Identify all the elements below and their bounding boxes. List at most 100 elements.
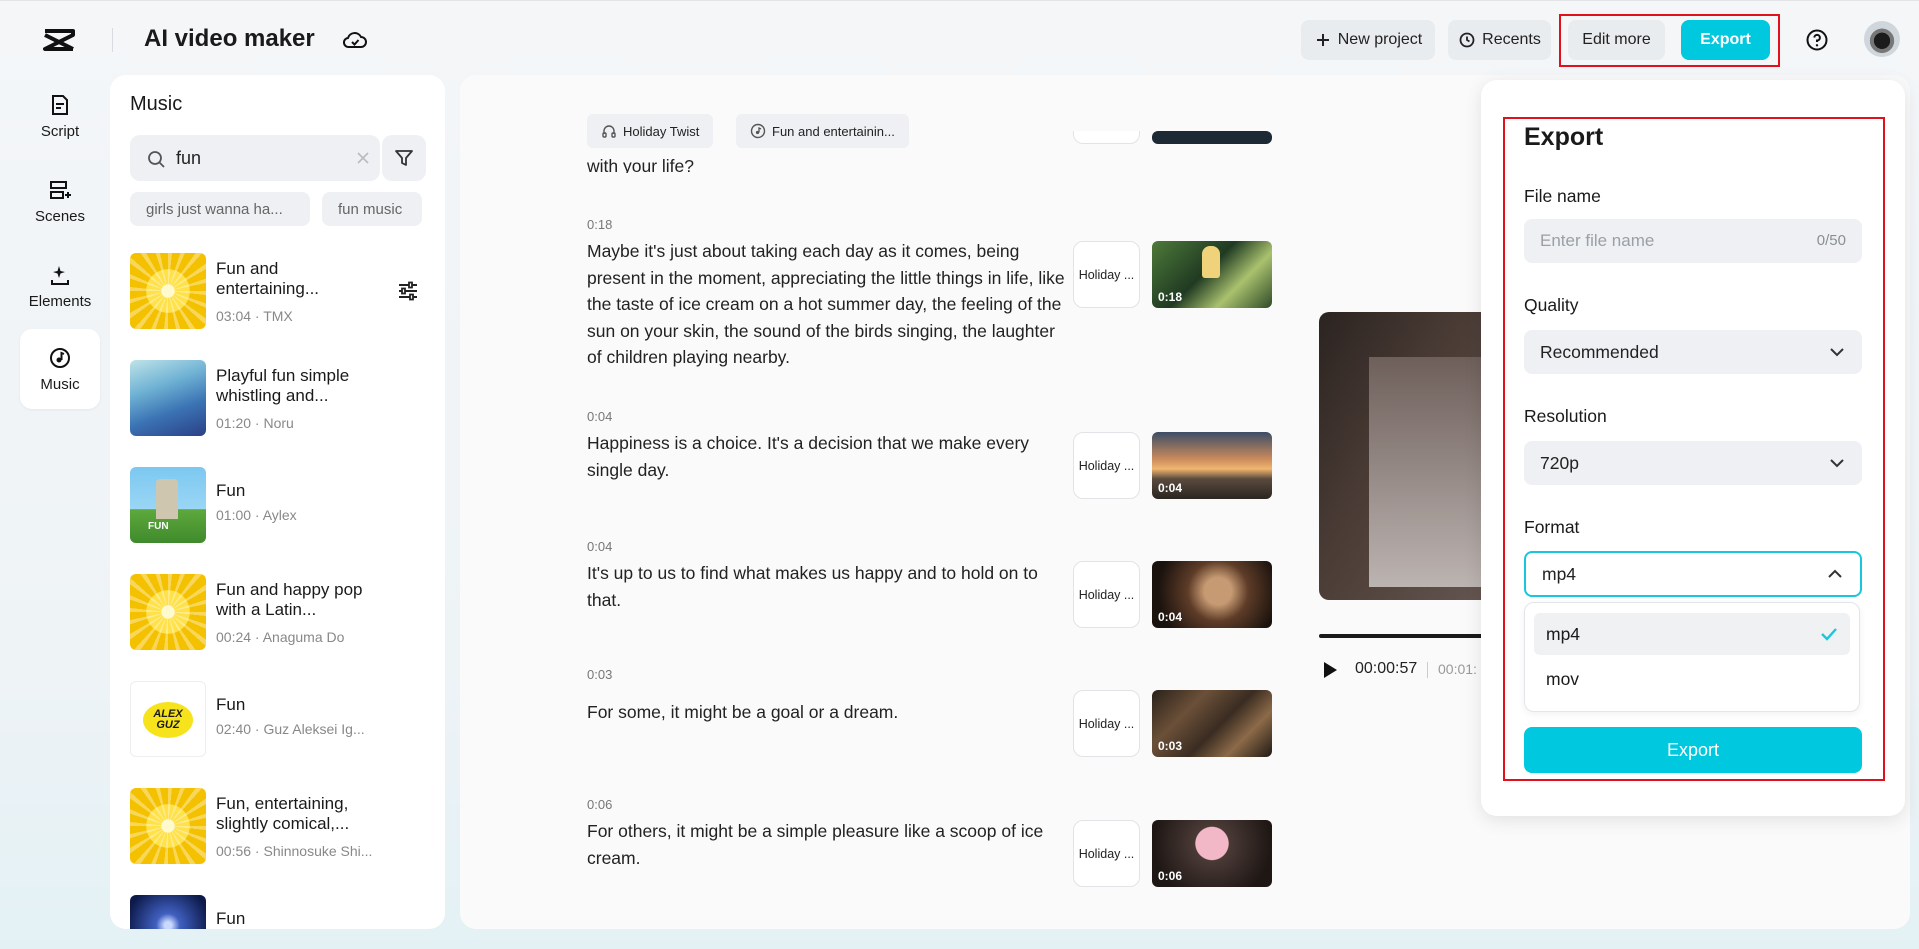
music-track[interactable]: ALEX GUZ Fun 02:40 · Guz Aleksei Ig... <box>130 681 430 757</box>
format-dropdown: mp4 mov <box>1524 602 1860 712</box>
alex-guz-logo: ALEX GUZ <box>143 702 193 738</box>
rail-label: Script <box>41 123 79 140</box>
music-track[interactable]: FUN Fun 01:00 · Aylex <box>130 467 430 543</box>
segment-music-button[interactable]: Holiday ... <box>1073 690 1140 757</box>
format-option-label: mov <box>1546 669 1579 690</box>
elements-icon <box>48 263 72 287</box>
chevron-down-icon <box>1828 454 1846 472</box>
script-music-chip[interactable]: Fun and entertainin... <box>736 114 909 148</box>
segment-time: 0:18 <box>587 217 612 232</box>
file-name-count: 0/50 <box>1817 232 1846 249</box>
suggestion-chip[interactable]: fun music <box>322 192 422 226</box>
filter-button[interactable] <box>382 135 426 181</box>
headphones-icon <box>601 123 617 139</box>
track-meta: 01:20 · Noru <box>216 415 294 431</box>
segment-time: 0:03 <box>587 667 612 682</box>
user-avatar[interactable] <box>1864 21 1900 57</box>
rail-item-scenes[interactable]: Scenes <box>20 161 100 241</box>
track-thumbnail: ALEX GUZ <box>130 681 206 757</box>
capcut-logo-icon[interactable] <box>42 25 76 55</box>
music-track[interactable]: Fun and entertaining... 03:04 · TMX <box>130 253 430 329</box>
format-option-mp4[interactable]: mp4 <box>1534 613 1850 655</box>
new-project-button[interactable]: New project <box>1301 20 1435 60</box>
segment-text[interactable]: For others, it might be a simple pleasur… <box>587 818 1067 871</box>
track-thumbnail <box>130 360 206 436</box>
segment-music-button[interactable]: Holiday ... <box>1073 561 1140 628</box>
segment-music-button[interactable]: Holiday ... <box>1073 241 1140 308</box>
search-icon <box>146 149 166 169</box>
adjust-sliders-icon[interactable] <box>396 279 420 303</box>
plus-icon <box>1314 31 1332 49</box>
track-title: Fun <box>216 695 386 715</box>
music-disc-icon <box>750 123 766 139</box>
segment-music-partial <box>1073 131 1140 144</box>
music-search-input[interactable] <box>176 145 336 171</box>
cloud-sync-icon[interactable] <box>342 28 368 52</box>
script-chip-label: Fun and entertainin... <box>772 124 895 139</box>
track-meta: 01:00 · Aylex <box>216 507 297 523</box>
segment-thumbnail[interactable]: 0:04 <box>1152 432 1272 499</box>
music-panel-title: Music <box>130 93 182 116</box>
resolution-select[interactable]: 720p <box>1524 441 1862 485</box>
quality-select[interactable]: Recommended <box>1524 330 1862 374</box>
segment-duration: 0:04 <box>1158 610 1182 624</box>
track-title: Fun, entertaining, slightly comical,... <box>216 794 386 834</box>
music-track[interactable]: Playful fun simple whistling and... 01:2… <box>130 360 430 436</box>
segment-time: 0:04 <box>587 409 612 424</box>
track-title: Fun <box>216 481 386 501</box>
export-confirm-button[interactable]: Export <box>1524 727 1862 773</box>
script-chip-label: Holiday Twist <box>623 124 699 139</box>
header-divider <box>112 28 113 52</box>
segment-thumbnail[interactable]: 0:03 <box>1152 690 1272 757</box>
rail-item-music[interactable]: Music <box>20 329 100 409</box>
segment-time: 0:04 <box>587 539 612 554</box>
time-separator <box>1427 662 1428 678</box>
music-search-box[interactable] <box>130 135 380 181</box>
export-panel-title: Export <box>1524 123 1603 152</box>
resolution-label: Resolution <box>1524 406 1607 427</box>
format-label: Format <box>1524 517 1579 538</box>
segment-music-button[interactable]: Holiday ... <box>1073 432 1140 499</box>
rail-item-elements[interactable]: Elements <box>20 246 100 326</box>
track-meta: 00:24 · Anaguma Do <box>216 629 344 645</box>
segment-thumbnail[interactable]: 0:18 <box>1152 241 1272 308</box>
format-option-mov[interactable]: mov <box>1534 658 1850 700</box>
suggestion-chip[interactable]: girls just wanna ha... <box>130 192 310 226</box>
file-name-input[interactable] <box>1540 230 1790 252</box>
file-name-field[interactable]: 0/50 <box>1524 219 1862 263</box>
highlight-box-top <box>1559 14 1780 67</box>
clock-icon <box>1458 31 1476 49</box>
quality-value: Recommended <box>1540 342 1659 363</box>
track-thumbnail <box>130 253 206 329</box>
segment-text[interactable]: Maybe it's just about taking each day as… <box>587 238 1067 371</box>
music-icon <box>48 346 72 370</box>
file-name-label: File name <box>1524 186 1601 207</box>
music-track[interactable]: Fun <box>130 895 430 929</box>
rail-item-script[interactable]: Script <box>20 76 100 156</box>
filter-icon <box>393 147 415 169</box>
segment-music-button[interactable]: Holiday ... <box>1073 820 1140 887</box>
segment-text[interactable]: For some, it might be a goal or a dream. <box>587 699 1067 726</box>
format-select[interactable]: mp4 <box>1524 551 1862 597</box>
track-thumbnail: FUN <box>130 467 206 543</box>
help-icon[interactable] <box>1805 28 1829 52</box>
script-music-chip[interactable]: Holiday Twist <box>587 114 713 148</box>
clear-icon[interactable] <box>356 151 370 165</box>
segment-text[interactable]: Happiness is a choice. It's a decision t… <box>587 430 1067 483</box>
play-icon[interactable] <box>1322 661 1338 679</box>
total-time: 00:01: <box>1438 661 1477 677</box>
segment-thumbnail[interactable]: 0:04 <box>1152 561 1272 628</box>
recents-button[interactable]: Recents <box>1448 20 1551 60</box>
music-track[interactable]: Fun, entertaining, slightly comical,... … <box>130 788 430 864</box>
rail-label: Scenes <box>35 208 85 225</box>
segment-thumbnail[interactable]: 0:06 <box>1152 820 1272 887</box>
script-icon <box>48 93 72 117</box>
segment-thumbnail-partial <box>1152 131 1272 144</box>
recents-label: Recents <box>1482 31 1541 49</box>
segment-text[interactable]: It's up to us to find what makes us happ… <box>587 560 1067 613</box>
segment-text-partial[interactable]: with your life? <box>587 153 1067 173</box>
track-thumbnail <box>130 788 206 864</box>
app-title: AI video maker <box>144 25 315 53</box>
segment-duration: 0:04 <box>1158 481 1182 495</box>
music-track[interactable]: Fun and happy pop with a Latin... 00:24 … <box>130 574 430 650</box>
